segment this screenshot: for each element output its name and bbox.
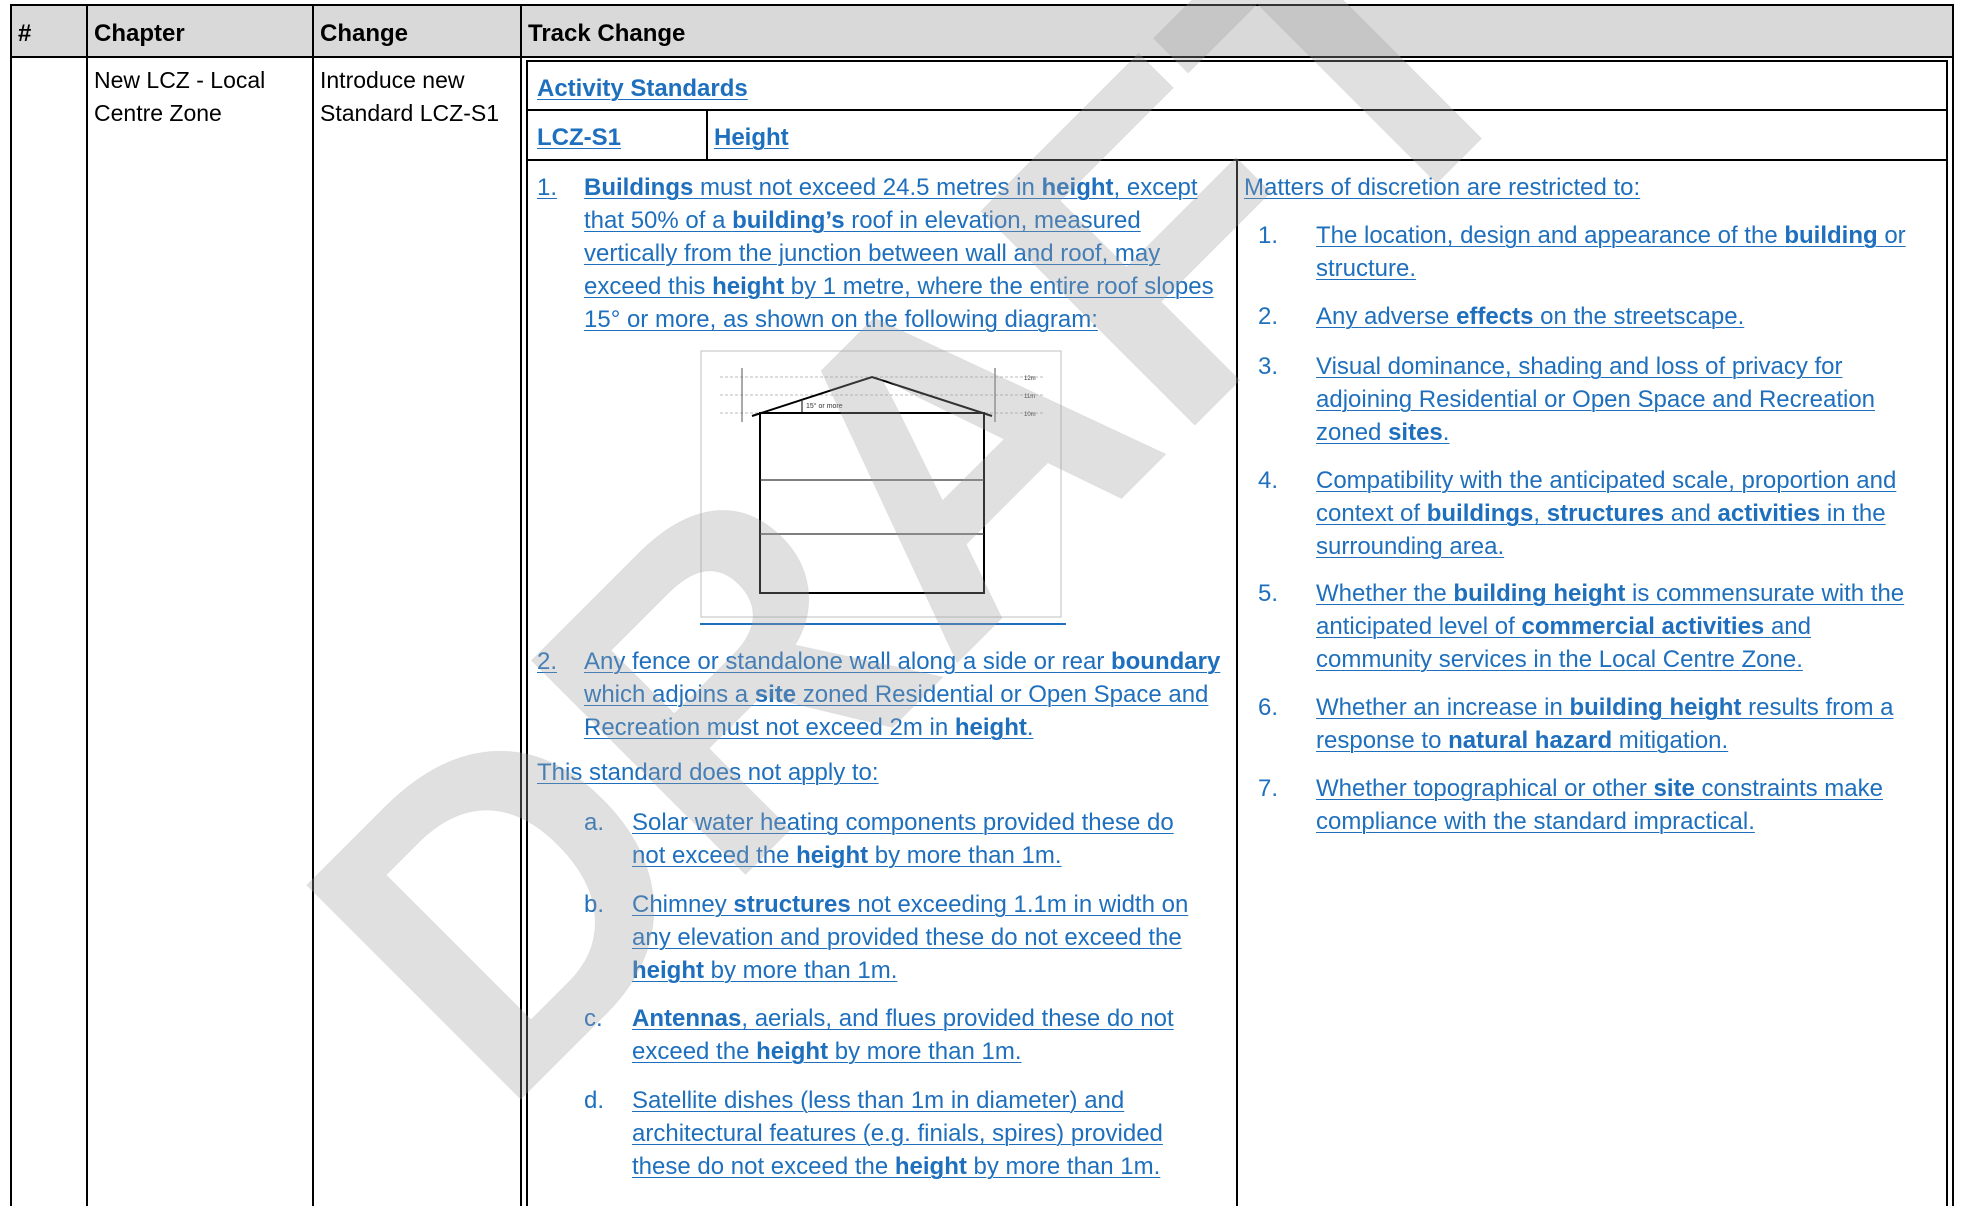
- text-line: these do not exceed the height by more t…: [632, 1153, 1161, 1180]
- text-line: structure.: [1316, 255, 1417, 282]
- rule-number: 1.: [537, 174, 558, 201]
- text-line: which adjoins a site zoned Residential o…: [584, 681, 1209, 708]
- rule-number: 2.: [537, 648, 558, 675]
- header-number: #: [18, 20, 32, 47]
- exemption-c: Antennas, aerials, and flues provided th…: [632, 1002, 1232, 1068]
- text-line: community services in the Local Centre Z…: [1316, 646, 1803, 673]
- header-chapter: Chapter: [94, 20, 185, 47]
- text-line: Whether an increase in building height r…: [1316, 694, 1894, 721]
- text-line: exceed this height by 1 metre, where the…: [584, 273, 1214, 300]
- matter-number: 3.: [1258, 353, 1279, 380]
- text-line: surrounding area.: [1316, 533, 1505, 560]
- text-line: anticipated level of commercial activiti…: [1316, 613, 1811, 640]
- text-line: context of buildings, structures and act…: [1316, 500, 1886, 527]
- text-line: any elevation and provided these do not …: [632, 924, 1182, 951]
- matter-2: Any adverse effects on the streetscape.: [1316, 300, 1946, 333]
- diagram-frame: [700, 350, 1062, 618]
- text-line: The location, design and appearance of t…: [1316, 222, 1906, 249]
- slope-label: 15° or more: [806, 402, 843, 410]
- rule-1-text: Buildings must not exceed 24.5 metres in…: [584, 171, 1234, 336]
- text-line: compliance with the standard impractical…: [1316, 808, 1755, 835]
- text-line: Recreation must not exceed 2m in height.: [584, 714, 1034, 741]
- chapter-cell: New LCZ - Local Centre Zone: [94, 64, 265, 130]
- text-line: Buildings must not exceed 24.5 metres in…: [584, 174, 1198, 201]
- matter-3: Visual dominance, shading and loss of pr…: [1316, 350, 1946, 449]
- matter-number: 5.: [1258, 580, 1279, 607]
- column-divider: [520, 6, 522, 1206]
- level-label: 10m: [1024, 412, 1036, 418]
- chapter-line: Centre Zone: [94, 100, 222, 126]
- section-title: Activity Standards: [537, 75, 748, 102]
- column-divider: [86, 6, 88, 1206]
- text-line: Satellite dishes (less than 1m in diamet…: [632, 1087, 1125, 1114]
- discretion-intro: Matters of discretion are restricted to:: [1244, 174, 1641, 201]
- level-label: 12m: [1024, 376, 1036, 382]
- exemption-d: Satellite dishes (less than 1m in diamet…: [632, 1084, 1232, 1183]
- matter-number: 1.: [1258, 222, 1279, 249]
- exemption-letter: c.: [584, 1005, 603, 1032]
- row-divider: [528, 109, 1946, 111]
- exemption-a: Solar water heating components provided …: [632, 806, 1232, 872]
- text-line: 15° or more, as shown on the following d…: [584, 306, 1098, 333]
- document-page: # Chapter Change Track Change New LCZ - …: [0, 0, 1961, 1206]
- exemption-letter: d.: [584, 1087, 605, 1114]
- text-line: Solar water heating components provided …: [632, 809, 1174, 836]
- change-line: Introduce new: [320, 67, 465, 93]
- exemption-b: Chimney structures not exceeding 1.1m in…: [632, 888, 1232, 987]
- matter-number: 2.: [1258, 303, 1279, 330]
- exemption-intro: This standard does not apply to:: [537, 759, 879, 786]
- header-change: Change: [320, 20, 409, 47]
- matter-5: Whether the building height is commensur…: [1316, 577, 1946, 676]
- matter-1: The location, design and appearance of t…: [1316, 219, 1946, 285]
- level-label: 11m: [1024, 394, 1035, 400]
- column-divider: [1236, 159, 1238, 1206]
- header-track-change: Track Change: [528, 20, 686, 47]
- text-line: Any fence or standalone wall along a sid…: [584, 648, 1221, 675]
- text-line: Chimney structures not exceeding 1.1m in…: [632, 891, 1189, 918]
- text-line: vertically from the junction between wal…: [584, 240, 1161, 267]
- exemption-letter: b.: [584, 891, 605, 918]
- matter-number: 4.: [1258, 467, 1279, 494]
- text-line: zoned sites.: [1316, 419, 1450, 446]
- matter-number: 6.: [1258, 694, 1279, 721]
- matter-7: Whether topographical or other site cons…: [1316, 772, 1946, 838]
- column-divider: [706, 109, 708, 161]
- exemption-letter: a.: [584, 809, 605, 836]
- column-divider: [312, 6, 314, 1206]
- text-line: height by more than 1m.: [632, 957, 898, 984]
- text-line: that 50% of a building’s roof in elevati…: [584, 207, 1141, 234]
- height-diagram: 15° or more 12m 11m 10m: [700, 350, 1066, 625]
- standard-title: Height: [714, 124, 789, 151]
- text-line: Whether the building height is commensur…: [1316, 580, 1905, 607]
- text-line: exceed the height by more than 1m.: [632, 1038, 1022, 1065]
- change-line: Standard LCZ-S1: [320, 100, 499, 126]
- text-line: response to natural hazard mitigation.: [1316, 727, 1729, 754]
- text-line: Whether topographical or other site cons…: [1316, 775, 1883, 802]
- matter-4: Compatibility with the anticipated scale…: [1316, 464, 1946, 563]
- matter-number: 7.: [1258, 775, 1279, 802]
- table-header-row: [12, 6, 1952, 58]
- text-line: not exceed the height by more than 1m.: [632, 842, 1062, 869]
- text-line: Any adverse effects on the streetscape.: [1316, 303, 1745, 330]
- text-line: adjoining Residential or Open Space and …: [1316, 386, 1876, 413]
- matter-6: Whether an increase in building height r…: [1316, 691, 1946, 757]
- standard-code: LCZ-S1: [537, 124, 621, 151]
- text-line: architectural features (e.g. finials, sp…: [632, 1120, 1163, 1147]
- text-line: Compatibility with the anticipated scale…: [1316, 467, 1897, 494]
- text-line: Antennas, aerials, and flues provided th…: [632, 1005, 1174, 1032]
- change-cell: Introduce new Standard LCZ-S1: [320, 64, 499, 130]
- chapter-line: New LCZ - Local: [94, 67, 266, 93]
- text-line: Visual dominance, shading and loss of pr…: [1316, 353, 1843, 380]
- rule-2-text: Any fence or standalone wall along a sid…: [584, 645, 1234, 744]
